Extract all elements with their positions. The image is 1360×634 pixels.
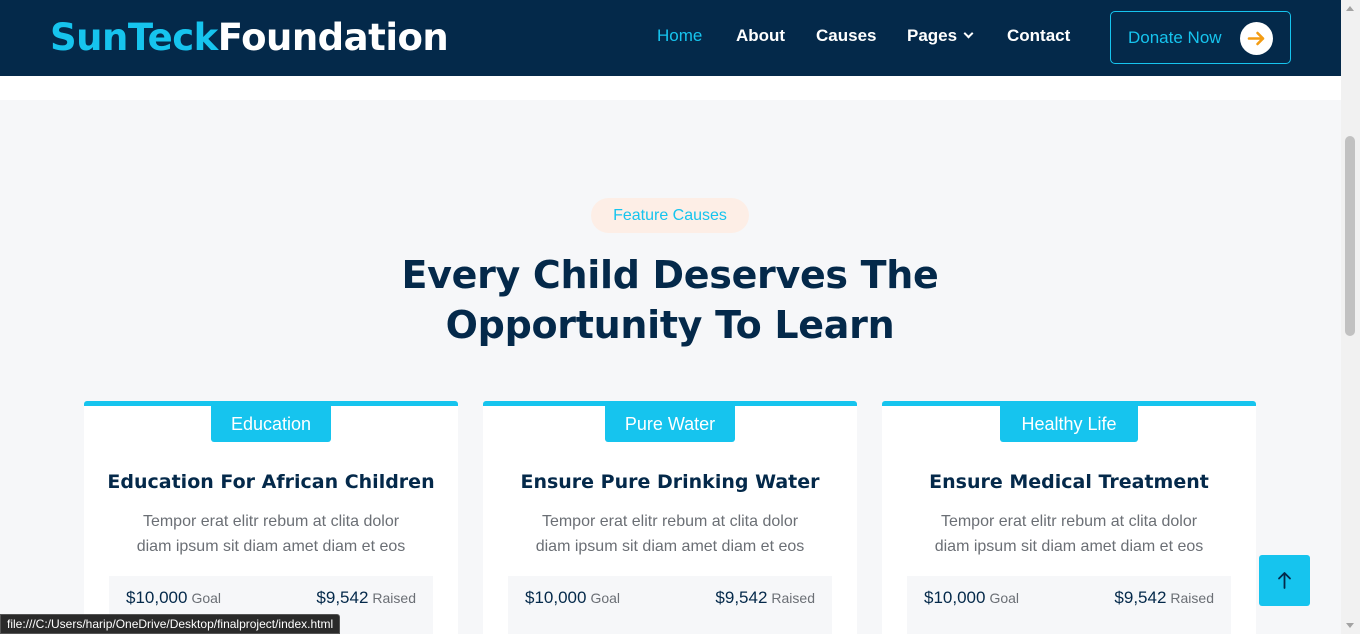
page-scrollbar[interactable] xyxy=(1341,0,1360,634)
section-heading-line2: Opportunity To Learn xyxy=(445,303,895,347)
raised-value: $9,542 xyxy=(316,588,369,607)
raised-amount: $9,542 Raised xyxy=(1114,588,1214,608)
scroll-down-arrow-icon[interactable] xyxy=(1346,623,1354,628)
goal-value: $10,000 xyxy=(525,588,587,607)
cause-title[interactable]: Ensure Pure Drinking Water xyxy=(483,471,857,493)
cause-category-tag: Healthy Life xyxy=(1000,406,1138,442)
cause-title[interactable]: Education For African Children xyxy=(84,471,458,493)
nav-link-pages-label: Pages xyxy=(907,26,958,45)
raised-label: Raised xyxy=(372,590,416,606)
cause-description: Tempor erat elitr rebum at clita dolor d… xyxy=(114,509,428,559)
section-heading-line1: Every Child Deserves The xyxy=(401,253,939,297)
arrow-up-icon xyxy=(1278,572,1291,589)
chevron-down-icon xyxy=(963,28,974,39)
cause-description-line2: diam ipsum sit diam amet diam et eos xyxy=(136,538,406,555)
cause-description-line2: diam ipsum sit diam amet diam et eos xyxy=(934,538,1204,555)
cause-card: Pure Water Ensure Pure Drinking Water Te… xyxy=(483,401,857,634)
brand-logo[interactable]: SunTeckFoundation xyxy=(50,14,449,62)
cause-funding-stats: $10,000 Goal $9,542 Raised xyxy=(907,576,1231,634)
raised-amount: $9,542 Raised xyxy=(316,588,416,608)
goal-amount: $10,000 Goal xyxy=(525,588,620,608)
goal-value: $10,000 xyxy=(924,588,986,607)
raised-label: Raised xyxy=(771,590,815,606)
brand-name-part2: Foundation xyxy=(217,16,449,59)
raised-value: $9,542 xyxy=(715,588,768,607)
donate-now-button[interactable]: Donate Now xyxy=(1110,11,1291,64)
nav-link-causes[interactable]: Causes xyxy=(816,26,876,46)
nav-link-home[interactable]: Home xyxy=(657,26,702,46)
cause-description: Tempor erat elitr rebum at clita dolor d… xyxy=(513,509,827,559)
scroll-up-arrow-icon[interactable] xyxy=(1346,6,1354,11)
header-spacer xyxy=(0,76,1341,100)
scrollbar-thumb[interactable] xyxy=(1345,136,1355,336)
raised-amount: $9,542 Raised xyxy=(715,588,815,608)
back-to-top-button[interactable] xyxy=(1259,555,1310,606)
nav-link-about[interactable]: About xyxy=(736,26,785,46)
nav-link-contact[interactable]: Contact xyxy=(1007,26,1070,46)
cause-card: Education Education For African Children… xyxy=(84,401,458,634)
link-status-bar: file:///C:/Users/harip/OneDrive/Desktop/… xyxy=(0,614,341,634)
arrow-right-icon xyxy=(1247,31,1265,46)
goal-label: Goal xyxy=(191,590,222,606)
raised-label: Raised xyxy=(1170,590,1214,606)
nav-link-pages[interactable]: Pages xyxy=(907,26,974,46)
goal-amount: $10,000 Goal xyxy=(924,588,1019,608)
cause-funding-stats: $10,000 Goal $9,542 Raised xyxy=(508,576,832,634)
brand-name-part1: SunTeck xyxy=(50,16,218,59)
raised-value: $9,542 xyxy=(1114,588,1167,607)
cause-description-line2: diam ipsum sit diam amet diam et eos xyxy=(535,538,805,555)
cause-category-tag: Education xyxy=(211,406,331,442)
cause-description-line1: Tempor erat elitr rebum at clita dolor xyxy=(940,513,1198,530)
goal-label: Goal xyxy=(590,590,621,606)
goal-value: $10,000 xyxy=(126,588,188,607)
navbar: SunTeckFoundation Home About Causes Page… xyxy=(0,0,1341,76)
section-eyebrow-badge: Feature Causes xyxy=(591,198,749,233)
donate-arrow-badge xyxy=(1240,22,1273,55)
cause-description-line1: Tempor erat elitr rebum at clita dolor xyxy=(142,513,400,530)
cause-card: Healthy Life Ensure Medical Treatment Te… xyxy=(882,401,1256,634)
goal-label: Goal xyxy=(989,590,1020,606)
cause-description: Tempor erat elitr rebum at clita dolor d… xyxy=(912,509,1226,559)
cause-category-tag: Pure Water xyxy=(605,406,735,442)
cause-title[interactable]: Ensure Medical Treatment xyxy=(882,471,1256,493)
goal-amount: $10,000 Goal xyxy=(126,588,221,608)
section-heading: Every Child Deserves The Opportunity To … xyxy=(320,250,1020,350)
cause-description-line1: Tempor erat elitr rebum at clita dolor xyxy=(541,513,799,530)
donate-now-label: Donate Now xyxy=(1128,28,1222,47)
